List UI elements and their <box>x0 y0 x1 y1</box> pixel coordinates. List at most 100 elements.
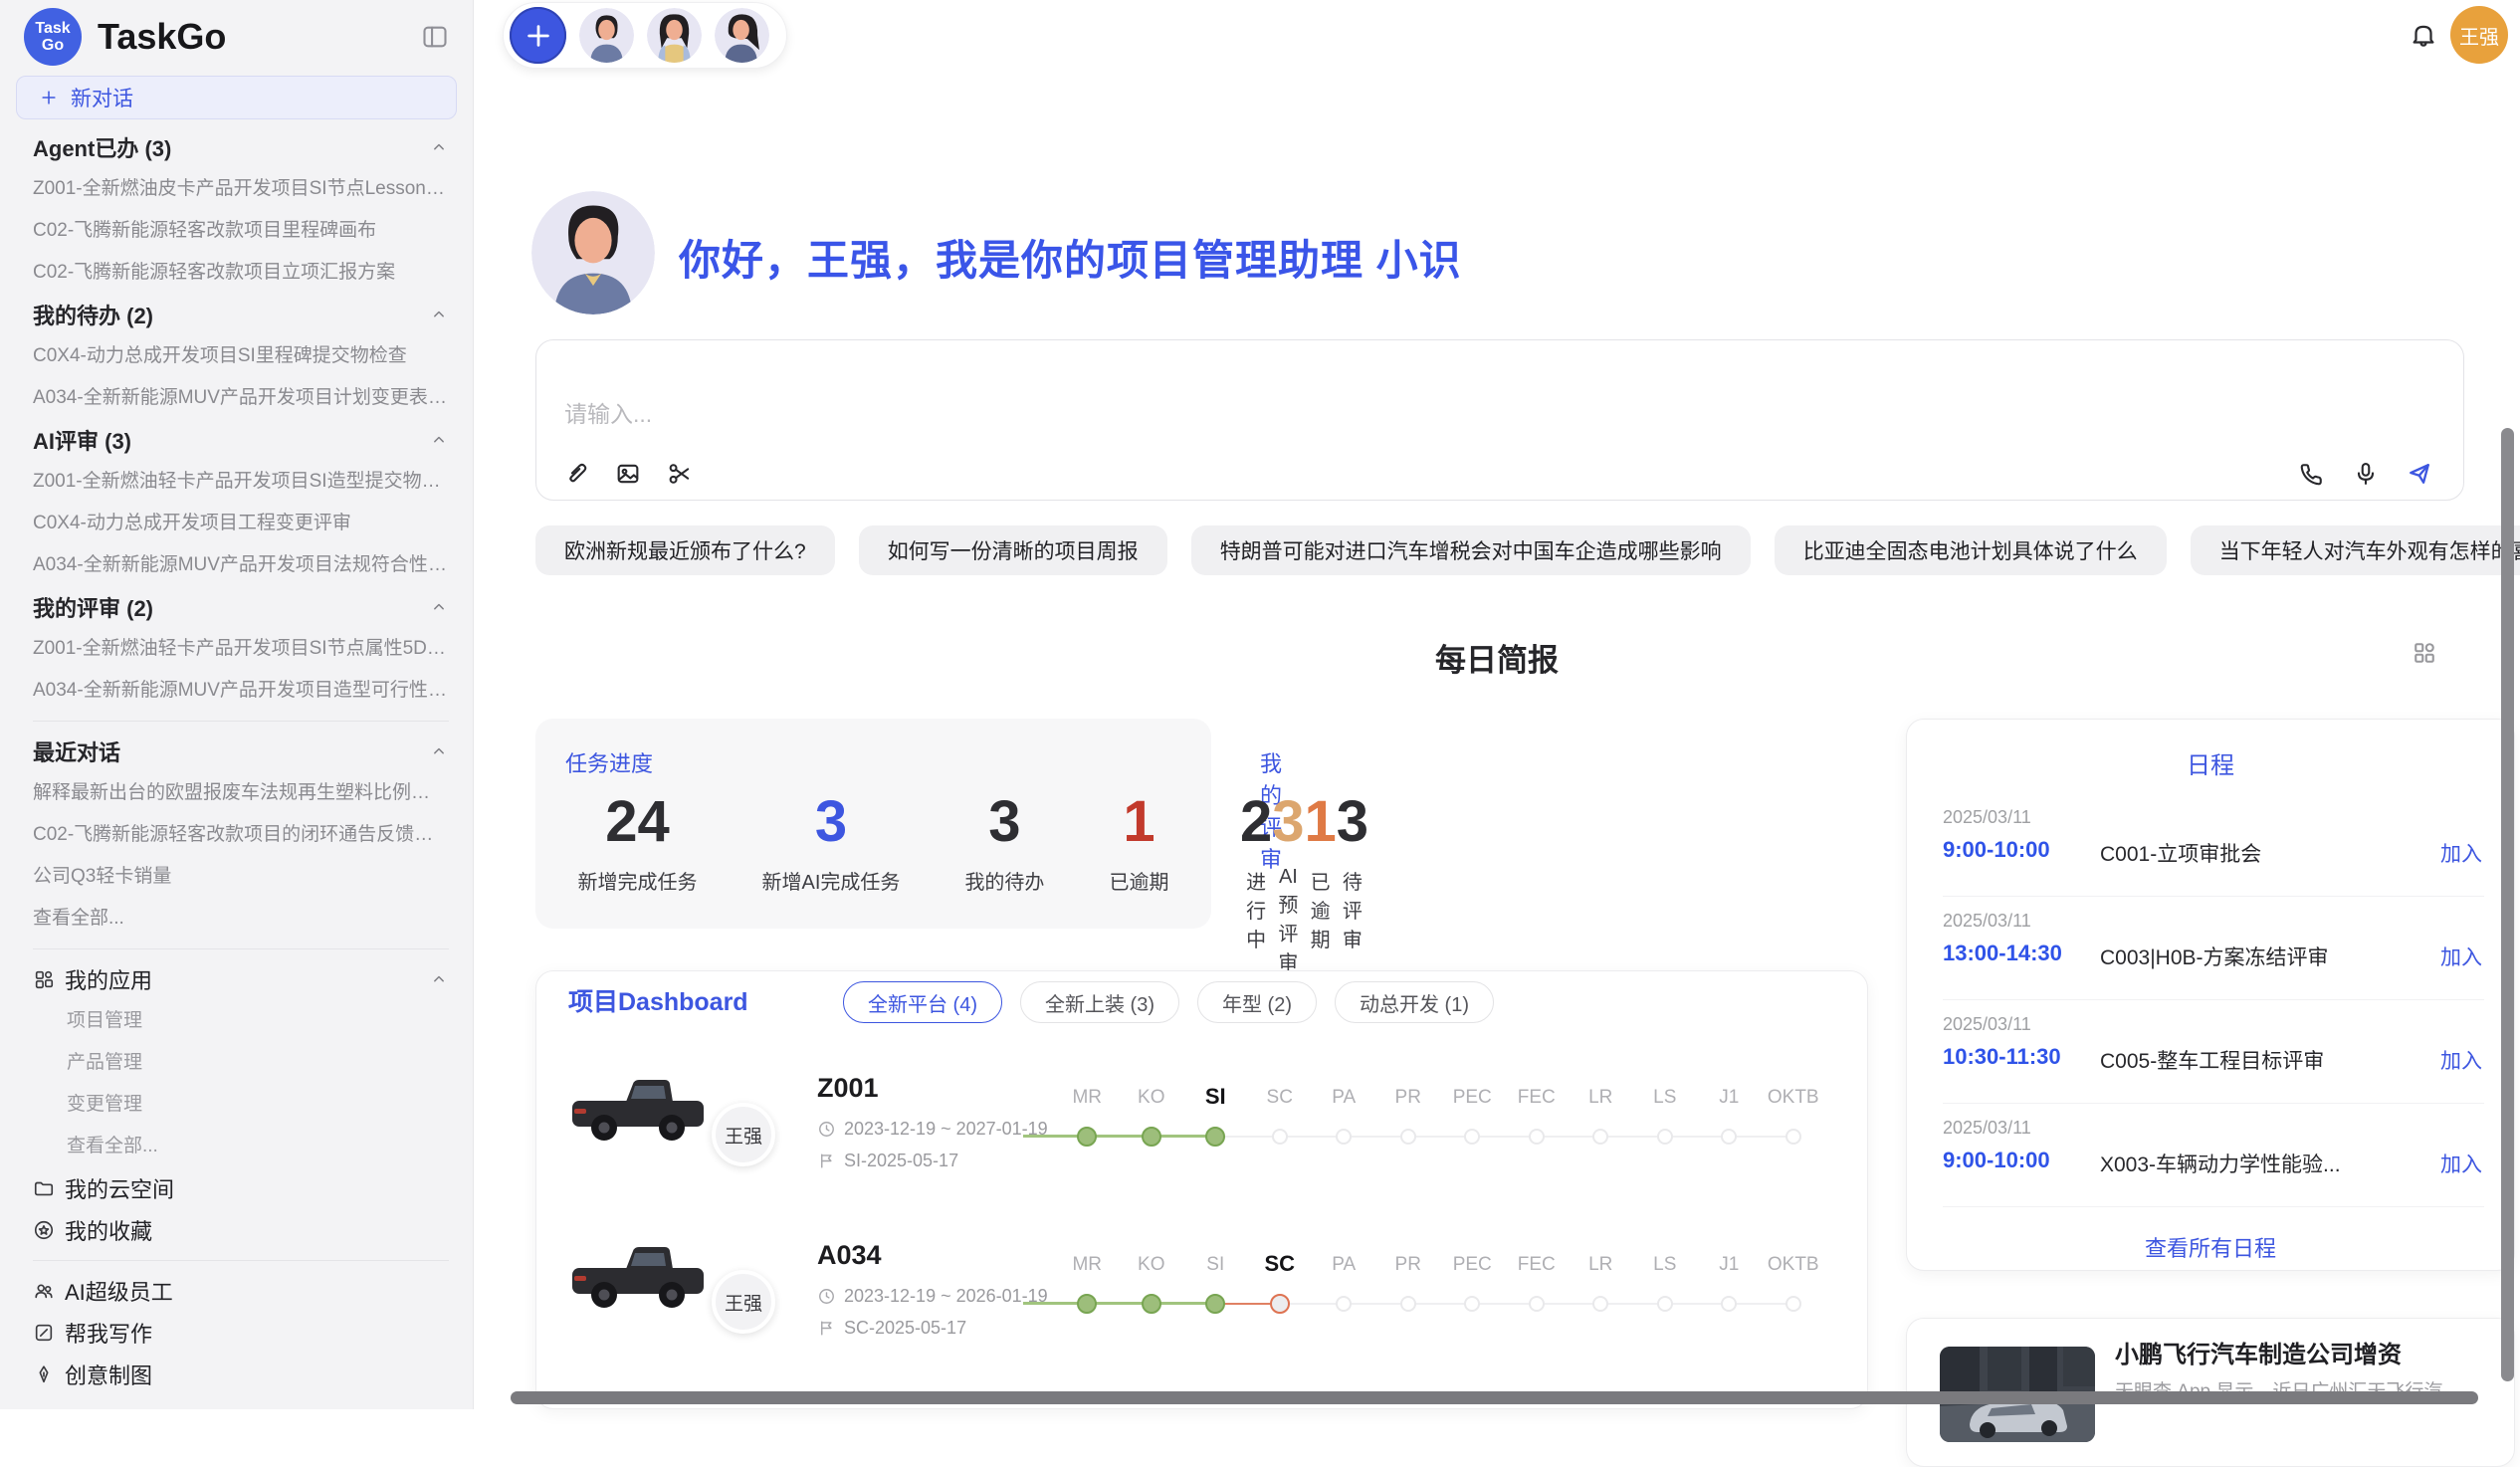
recent-view-all[interactable]: 查看全部... <box>33 898 449 940</box>
chevron-up-icon[interactable] <box>429 430 449 450</box>
stat-label: 已逾期 <box>1305 866 1337 952</box>
ai-staff-row[interactable]: AI超级员工 <box>33 1270 449 1312</box>
chevron-up-icon[interactable] <box>429 305 449 324</box>
milestone-track: MR KO SI <box>1055 1059 1825 1178</box>
avatar[interactable] <box>647 8 702 63</box>
view-all-schedule-link[interactable]: 查看所有日程 <box>1907 1231 2514 1263</box>
dashboard-tab[interactable]: 全新平台 (4) <box>843 981 1002 1023</box>
add-session-button[interactable] <box>510 7 566 64</box>
avatar[interactable] <box>715 8 769 63</box>
milestone-dot <box>1205 1127 1225 1147</box>
writing-row[interactable]: 帮我写作 <box>33 1312 449 1354</box>
suggestion-chip[interactable]: 当下年轻人对汽车外观有怎样的喜好趋势 <box>2191 525 2520 575</box>
chevron-up-icon[interactable] <box>429 137 449 157</box>
flag-icon <box>817 1152 836 1170</box>
stat-value: 1 <box>1305 790 1337 854</box>
milestone: FEC <box>1505 1059 1570 1178</box>
divider <box>33 721 449 722</box>
phone-icon[interactable] <box>2298 460 2326 488</box>
sidebar-task-item[interactable]: C02-飞腾新能源轻客改款项目立项汇报方案 <box>33 252 449 294</box>
new-chat-label: 新对话 <box>71 83 133 112</box>
milestone-dot <box>1657 1129 1673 1145</box>
user-avatar[interactable]: 王强 <box>2450 6 2508 64</box>
sidebar-task-item[interactable]: Z001-全新燃油轻卡产品开发项目SI节点属性5D文件评审 <box>33 628 449 670</box>
section-header[interactable]: Agent已办 (3) <box>33 126 449 168</box>
milestone: LR <box>1569 1059 1633 1178</box>
bell-icon[interactable] <box>2409 20 2438 50</box>
app-link[interactable]: 产品管理 <box>33 1042 449 1084</box>
dashboard-tabs: 全新平台 (4) 全新上装 (3) 年型 (2) 动总开发 (1) <box>843 981 1494 1023</box>
app-link[interactable]: 项目管理 <box>33 1000 449 1042</box>
milestone-connector <box>1600 1136 1665 1138</box>
join-link[interactable]: 加入 <box>2440 1149 2482 1178</box>
my-apps-row[interactable]: 我的应用 <box>33 958 449 1000</box>
drawing-row[interactable]: 创意制图 <box>33 1354 449 1395</box>
sidebar-task-item[interactable]: C0X4-动力总成开发项目工程变更评审 <box>33 503 449 544</box>
sidebar-task-item[interactable]: A034-全新新能源MUV产品开发项目计划变更表编写 <box>33 377 449 419</box>
sidebar-collapse-icon[interactable] <box>421 23 449 51</box>
vertical-scrollbar[interactable] <box>2501 428 2514 1381</box>
join-link[interactable]: 加入 <box>2440 838 2482 868</box>
milestone-connector <box>1280 1136 1345 1138</box>
section-header[interactable]: 我的评审 (2) <box>33 586 449 628</box>
milestone: SI <box>1183 1059 1248 1178</box>
sidebar-task-item[interactable]: C0X4-动力总成开发项目SI里程碑提交物检查 <box>33 335 449 377</box>
section-header[interactable]: 我的待办 (2) <box>33 294 449 335</box>
recent-chat-item[interactable]: C02-飞腾新能源轻客改款项目的闭环通告反馈情况 <box>33 814 449 856</box>
schedule-card: 日程 2025/03/11 9:00-10:00 C001-立项审批会 加入 2… <box>1906 719 2515 1271</box>
join-link[interactable]: 加入 <box>2440 942 2482 971</box>
milestone: MR <box>1055 1226 1120 1346</box>
cloud-space-row[interactable]: 我的云空间 <box>33 1167 449 1209</box>
send-icon[interactable] <box>2406 460 2433 488</box>
chevron-up-icon[interactable] <box>429 969 449 989</box>
image-icon[interactable] <box>614 460 642 488</box>
milestone-dot <box>1529 1296 1545 1312</box>
favorites-row[interactable]: 我的收藏 <box>33 1209 449 1251</box>
milestone-dot <box>1464 1129 1480 1145</box>
milestone-label: OKTB <box>1762 1087 1826 1109</box>
dashboard-tab[interactable]: 动总开发 (1) <box>1335 981 1494 1023</box>
section-header[interactable]: AI评审 (3) <box>33 419 449 461</box>
milestone-label: PEC <box>1440 1087 1505 1109</box>
recent-chat-item[interactable]: 公司Q3轻卡销量 <box>33 856 449 898</box>
sidebar-task-item[interactable]: A034-全新新能源MUV产品开发项目造型可行性评审 <box>33 670 449 712</box>
chevron-up-icon[interactable] <box>429 741 449 761</box>
project-row[interactable]: 王强 Z001 2023-12-19 ~ 2027-01-19 SI-2025-… <box>568 1059 1857 1226</box>
horizontal-scrollbar[interactable] <box>511 1391 2478 1404</box>
microphone-icon[interactable] <box>2352 460 2380 488</box>
sidebar-task-item[interactable]: C02-飞腾新能源轻客改款项目里程碑画布 <box>33 210 449 252</box>
project-rows: 王强 Z001 2023-12-19 ~ 2027-01-19 SI-2025-… <box>568 1059 1857 1393</box>
recent-header[interactable]: 最近对话 <box>33 731 449 772</box>
chat-input[interactable] <box>564 392 2157 436</box>
suggestion-chip[interactable]: 如何写一份清晰的项目周报 <box>859 525 1167 575</box>
stat: 3 待评审 <box>1337 790 1368 975</box>
app-link[interactable]: 变更管理 <box>33 1084 449 1126</box>
task-section: 我的待办 (2) C0X4-动力总成开发项目SI里程碑提交物检查A034-全新新… <box>33 294 449 419</box>
sidebar-task-item[interactable]: Z001-全新燃油轻卡产品开发项目SI造型提交物评审 <box>33 461 449 503</box>
dashboard-tab[interactable]: 年型 (2) <box>1197 981 1317 1023</box>
sidebar-task-item[interactable]: A034-全新新能源MUV产品开发项目法规符合性评审 <box>33 544 449 586</box>
join-link[interactable]: 加入 <box>2440 1045 2482 1075</box>
sidebar-task-item[interactable]: Z001-全新燃油皮卡产品开发项目SI节点Lesson Learn报告 <box>33 168 449 210</box>
section-items: Z001-全新燃油轻卡产品开发项目SI造型提交物评审C0X4-动力总成开发项目工… <box>33 461 449 586</box>
new-chat-button[interactable]: 新对话 <box>16 76 457 119</box>
schedule-event-title: X003-车辆动力学性能验... <box>2100 1149 2359 1178</box>
suggestion-chip[interactable]: 欧洲新规最近颁布了什么? <box>535 525 835 575</box>
drawing-label: 创意制图 <box>65 1359 152 1390</box>
apps-view-all[interactable]: 查看全部... <box>33 1126 449 1167</box>
scissors-icon[interactable] <box>666 460 694 488</box>
suggestion-chip[interactable]: 特朗普可能对进口汽车增税会对中国车企造成哪些影响 <box>1191 525 1751 575</box>
milestone-connector <box>1665 1303 1730 1305</box>
schedule-time: 9:00-10:00 <box>1943 1148 2050 1173</box>
chevron-up-icon[interactable] <box>429 597 449 617</box>
paperclip-icon[interactable] <box>562 460 590 488</box>
milestone: PR <box>1376 1059 1441 1178</box>
avatar[interactable] <box>579 8 634 63</box>
schedule-item: 2025/03/11 9:00-10:00 X003-车辆动力学性能验... 加… <box>1943 1104 2484 1207</box>
dashboard-tab[interactable]: 全新上装 (3) <box>1020 981 1179 1023</box>
recent-chat-item[interactable]: 解释最新出台的欧盟报废车法规再生塑料比例被调至15%... <box>33 772 449 814</box>
suggestion-chip[interactable]: 比亚迪全固态电池计划具体说了什么 <box>1775 525 2167 575</box>
project-row[interactable]: 王强 A034 2023-12-19 ~ 2026-01-19 SC-2025-… <box>568 1226 1857 1393</box>
layout-grid-icon[interactable] <box>2411 639 2438 667</box>
apps-items: 项目管理产品管理变更管理 <box>33 1000 449 1126</box>
